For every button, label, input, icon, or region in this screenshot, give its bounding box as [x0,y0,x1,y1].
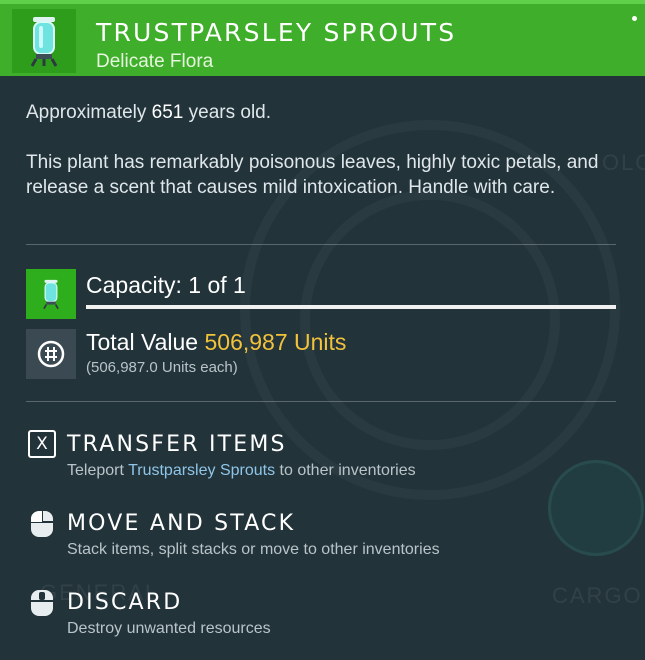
total-value: Total Value 506,987 Units [86,329,346,356]
transfer-desc-suffix: to other inventories [275,462,416,479]
discard-button[interactable]: DISCARD [67,590,182,615]
total-value-label: Total Value [86,329,205,355]
x-key-icon[interactable]: X [26,428,58,460]
transfer-items-button[interactable]: TRANSFER ITEMS [67,432,287,457]
divider [26,401,616,402]
plant-canister-icon [12,9,76,73]
capacity-label: Capacity: 1 of 1 [86,272,246,298]
transfer-desc-prefix: Teleport [67,462,129,479]
move-and-stack-button[interactable]: MOVE AND STACK [67,511,295,536]
transfer-items-description: Teleport Trustparsley Sprouts to other i… [67,462,416,480]
age-value: 651 [151,102,184,123]
item-description: This plant has remarkably poisonous leav… [26,152,599,198]
item-subtitle: Delicate Flora [96,51,214,72]
item-age: Approximately 651 years old. [26,102,271,124]
total-value-amount: 506,987 Units [204,329,347,355]
transfer-desc-item: Trustparsley Sprouts [128,462,276,479]
item-header: TRUSTPARSLEY SPROUTS Delicate Flora [0,0,645,76]
capacity-item-icon [26,269,76,319]
capacity-bar [86,305,616,309]
mouse-left-click-icon[interactable] [26,508,58,540]
x-key-glyph: X [28,430,56,458]
units-currency-icon [26,329,76,379]
background-label-cargo: CARGO [552,583,643,608]
cargo-badge-icon [548,460,644,556]
unit-value-each: (506,987.0 Units each) [86,359,238,376]
divider [26,244,616,245]
discard-description: Destroy unwanted resources [67,620,271,637]
age-suffix: years old. [183,102,272,123]
age-prefix: Approximately [26,102,152,123]
status-dot [632,16,637,21]
mouse-middle-click-icon[interactable] [26,587,58,619]
move-and-stack-description: Stack items, split stacks or move to oth… [67,541,440,558]
item-title: TRUSTPARSLEY SPROUTS [96,18,457,47]
